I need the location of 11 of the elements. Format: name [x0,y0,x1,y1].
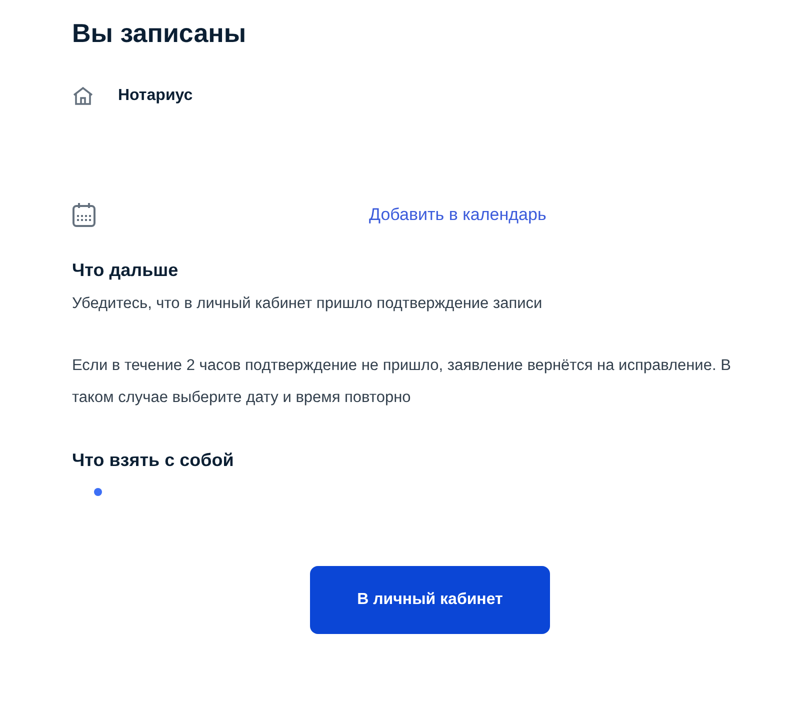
add-to-calendar-link[interactable]: Добавить в календарь [369,205,546,225]
info-text: Убедитесь, что в личный кабинет пришло подтверждение записи [72,294,544,314]
bullet-dot [94,488,102,496]
home-icon [72,86,94,106]
info-text: Если в течение 2 часов подтверждение не пришло, заявление вернётся на исправление. В таком случае выберите дату и время повторно [72,356,732,408]
service-name: Нотариус [118,87,193,105]
section-title: Что дальше [72,259,180,282]
section-title: Что взять с собой [72,449,235,472]
personal-account-button[interactable]: В личный кабинет [310,566,550,634]
page-title: Вы записаны [72,17,248,50]
calendar-icon [72,202,96,228]
